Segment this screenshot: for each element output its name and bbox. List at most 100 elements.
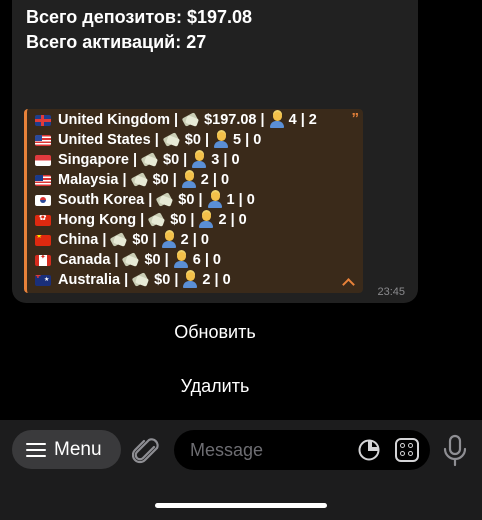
collapse-chevron-icon[interactable] (341, 277, 355, 287)
hamburger-icon (26, 442, 46, 457)
country-name: Singapore (58, 152, 129, 168)
separator: | (190, 212, 195, 228)
country-row: Singapore | $0 | 3 | 0 (35, 150, 317, 170)
totals-block: Всего депозитов: $197.08 Всего активаций… (26, 5, 252, 55)
sticker-icon[interactable] (358, 439, 380, 461)
separator: | (152, 232, 157, 248)
country-name: South Korea (58, 192, 145, 208)
separator: | (260, 112, 265, 128)
separator: | (238, 192, 243, 208)
activation-count: 2 (218, 212, 227, 228)
activation-count: 4 (288, 112, 297, 128)
extra-count: 0 (253, 132, 262, 148)
message-bubble[interactable]: Всего депозитов: $197.08 Всего активаций… (12, 0, 418, 303)
extra-count: 0 (222, 272, 231, 288)
person-icon (213, 132, 229, 148)
country-name: Hong Kong (58, 212, 137, 228)
separator: | (204, 252, 209, 268)
keypad-icon[interactable] (395, 438, 419, 462)
total-activations: Всего активаций: 27 (26, 32, 207, 52)
separator: | (174, 272, 179, 288)
country-list: United Kingdom | $197.08 | 4 | 2 United Sta… (35, 110, 317, 290)
money-icon (132, 272, 150, 288)
separator: | (223, 152, 228, 168)
flag-gb-icon (35, 114, 51, 126)
money-icon (148, 212, 166, 228)
home-indicator (155, 503, 327, 508)
money-icon (141, 152, 159, 168)
flag-kr-icon (35, 194, 51, 206)
activation-count: 2 (200, 172, 209, 188)
separator: | (214, 272, 219, 288)
paperclip-icon[interactable] (132, 434, 162, 468)
person-icon (173, 252, 189, 268)
deposit-amount: $0 (132, 232, 149, 248)
deposit-amount: $0 (184, 132, 201, 148)
separator: | (245, 132, 250, 148)
extra-count: 0 (246, 192, 255, 208)
country-row: China |$0 |2 | 0 (35, 230, 317, 250)
money-icon (131, 172, 149, 188)
activation-count: 1 (226, 192, 235, 208)
message-placeholder: Message (190, 440, 264, 460)
flag-sg-icon (35, 154, 51, 166)
country-name: Malaysia (58, 172, 119, 188)
activation-count: 2 (202, 272, 211, 288)
country-name: China (58, 232, 99, 248)
country-name: United Kingdom (58, 112, 170, 128)
person-icon (191, 152, 207, 168)
money-icon (156, 192, 174, 208)
person-icon (207, 192, 223, 208)
separator: | (154, 132, 159, 148)
delete-button[interactable]: Удалить (12, 366, 418, 406)
activation-count: 3 (211, 152, 220, 168)
country-row: Hong Kong |$0 |2 | 0 (35, 210, 317, 230)
country-row: Canada |$0 |6 | 0 (35, 250, 317, 270)
country-name: Canada (58, 252, 111, 268)
flag-hk-icon (35, 214, 51, 226)
message-input[interactable]: Message (174, 430, 430, 470)
separator: | (204, 132, 209, 148)
separator: | (198, 192, 203, 208)
separator: | (174, 112, 179, 128)
person-icon (181, 172, 197, 188)
extra-count: 0 (221, 172, 230, 188)
separator: | (183, 152, 188, 168)
separator: | (192, 232, 197, 248)
separator: | (124, 272, 129, 288)
flag-my-icon (35, 174, 51, 186)
menu-button[interactable]: Menu (12, 430, 121, 469)
activation-count: 2 (180, 232, 189, 248)
deposit-amount: $0 (152, 172, 169, 188)
deposit-amount: $197.08 (204, 112, 257, 128)
country-stats-quote[interactable]: ” United Kingdom | $197.08 | 4 | 2 United S… (24, 109, 363, 293)
separator: | (140, 212, 145, 228)
money-icon (122, 252, 140, 268)
country-name: United States (58, 132, 151, 148)
message-time: 23:45 (377, 286, 405, 298)
separator: | (172, 172, 177, 188)
deposit-amount: $0 (154, 272, 171, 288)
separator: | (212, 172, 217, 188)
separator: | (132, 152, 137, 168)
country-row: Malaysia | $0 | 2 | 0 (35, 170, 317, 190)
refresh-button[interactable]: Обновить (12, 312, 418, 352)
separator: | (122, 172, 127, 188)
extra-count: 2 (308, 112, 317, 128)
separator: | (148, 192, 153, 208)
person-icon (182, 272, 198, 288)
country-row: South Korea | $0 | 1 | 0 (35, 190, 317, 210)
deposit-amount: $0 (163, 152, 180, 168)
total-deposits: Всего депозитов: $197.08 (26, 7, 253, 27)
extra-count: 0 (200, 232, 209, 248)
flag-cn-icon (35, 234, 51, 246)
microphone-icon[interactable] (442, 434, 468, 468)
country-row: United Kingdom | $197.08 | 4 | 2 (35, 110, 317, 130)
activation-count: 6 (192, 252, 201, 268)
extra-count: 0 (231, 152, 240, 168)
flag-ca-icon (35, 254, 51, 266)
money-icon (182, 112, 200, 128)
flag-us-icon (35, 134, 51, 146)
deposit-amount: $0 (144, 252, 161, 268)
person-icon (198, 212, 214, 228)
